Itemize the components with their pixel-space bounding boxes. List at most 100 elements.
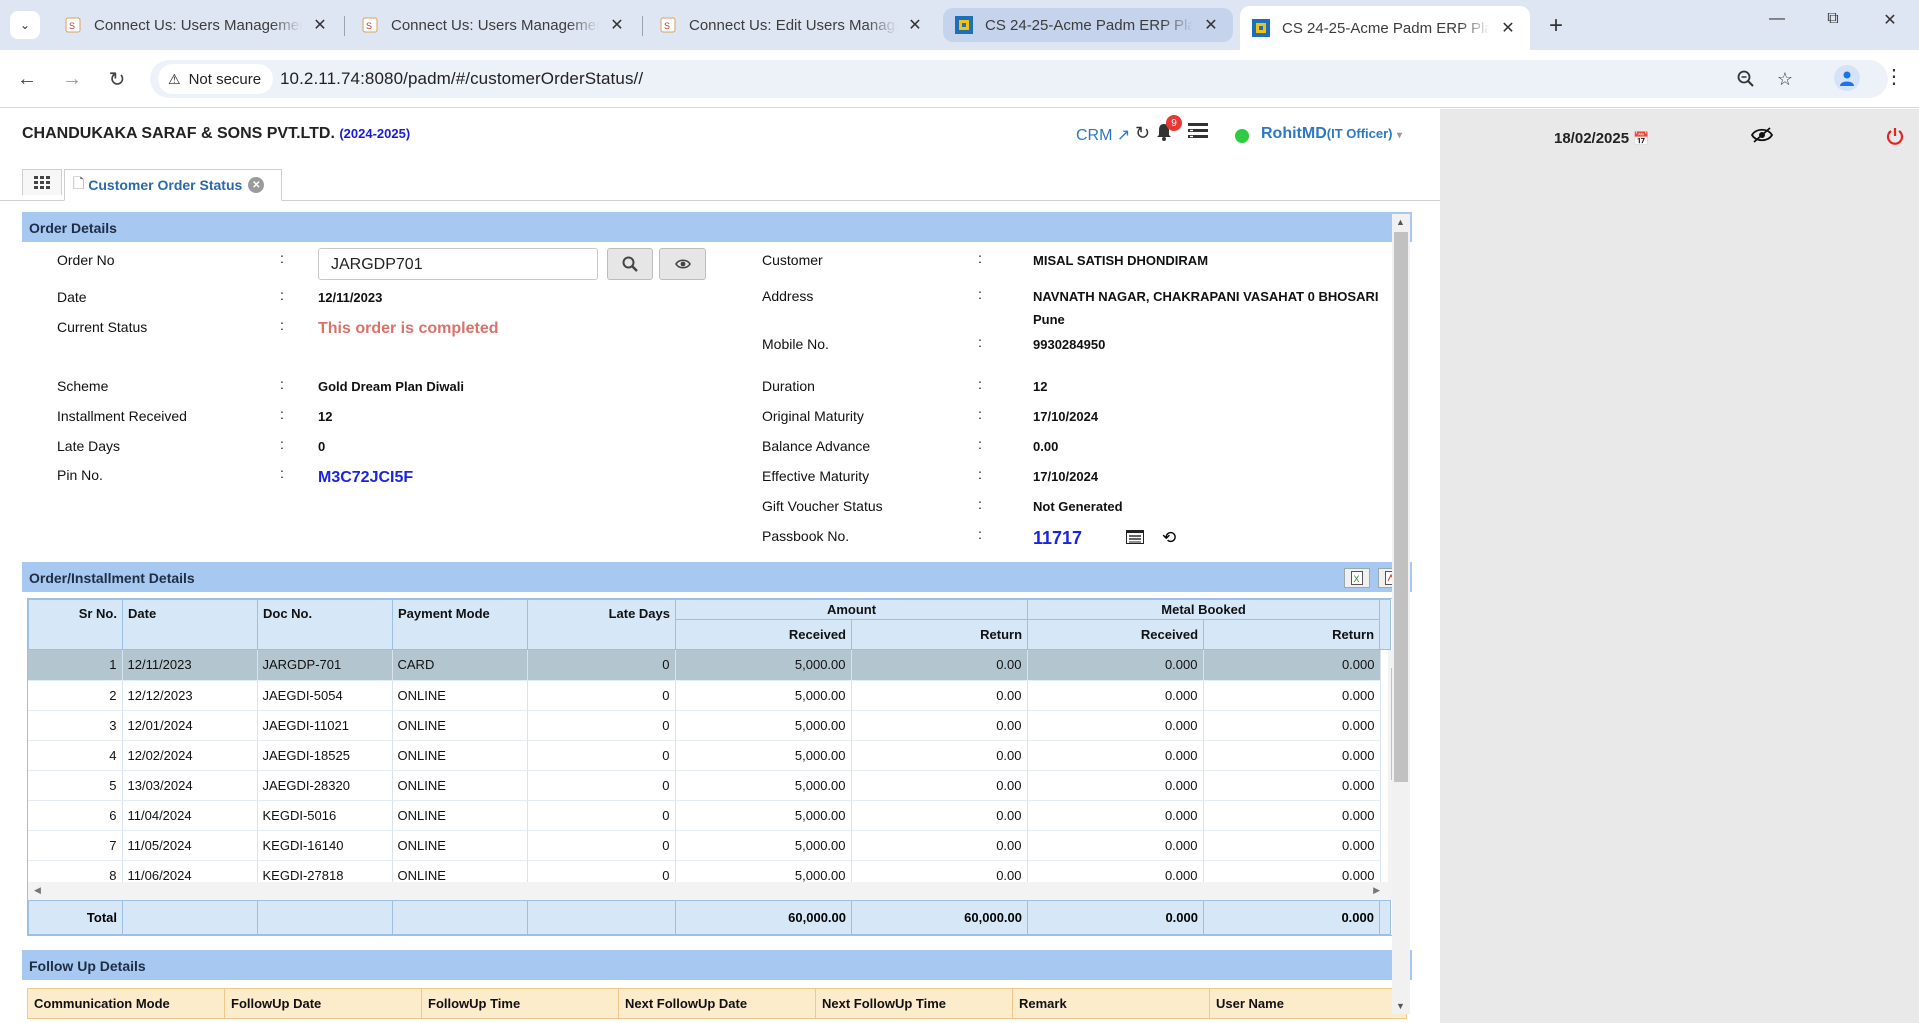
close-icon[interactable]: ✕ xyxy=(607,15,627,35)
browser-tab-active[interactable]: CS 24-25-Acme Padm ERP Platform ✕ xyxy=(1240,6,1530,50)
scroll-right-icon[interactable]: ▶ xyxy=(1373,885,1380,896)
cell-amount-received: 5,000.00 xyxy=(675,800,852,831)
close-icon[interactable]: ✕ xyxy=(905,15,925,35)
col-doc-no[interactable]: Doc No. xyxy=(257,599,393,650)
cell-doc-no[interactable]: KEGDI-5016 xyxy=(257,800,393,831)
cell-doc-no[interactable]: KEGDI-27818 xyxy=(257,860,393,882)
list-menu-icon[interactable] xyxy=(1188,123,1208,144)
chevron-down-icon: ⌄ xyxy=(19,18,31,32)
view-order-button[interactable] xyxy=(659,248,706,280)
hide-eye-icon[interactable] xyxy=(1750,127,1774,148)
total-amount-return: 60,000.00 xyxy=(851,900,1028,935)
table-row[interactable]: 3 12/01/2024 JAEGDI-11021 ONLINE 0 5,000.00 0.… xyxy=(28,710,1381,741)
tab-search-button[interactable]: ⌄ xyxy=(10,11,40,39)
colon: : xyxy=(280,465,284,481)
cell-doc-no[interactable]: JAEGDI-5054 xyxy=(257,680,393,711)
close-icon[interactable]: ✕ xyxy=(1498,18,1518,38)
table-row[interactable]: 4 12/02/2024 JAEGDI-18525 ONLINE 0 5,000.00 0.… xyxy=(28,740,1381,771)
tab-separator xyxy=(642,16,643,36)
table-row[interactable]: 8 11/06/2024 KEGDI-27818 ONLINE 0 5,000.00 0.0… xyxy=(28,860,1381,882)
site-info-button[interactable]: ⚠ Not secure xyxy=(158,64,274,94)
col-payment-mode[interactable]: Payment Mode xyxy=(392,599,528,650)
col-date[interactable]: Date xyxy=(122,599,258,650)
table-row[interactable]: 2 12/12/2023 JAEGDI-5054 ONLINE 0 5,000.00 0.0… xyxy=(28,680,1381,711)
cell-metal-return: 0.000 xyxy=(1203,740,1381,771)
cell-doc-no[interactable]: JAEGDI-11021 xyxy=(257,710,393,741)
cell-doc-no[interactable]: JAEGDI-28320 xyxy=(257,770,393,801)
col-amount-return[interactable]: Return xyxy=(850,619,1029,650)
col-sr-no[interactable]: Sr No. xyxy=(28,599,123,650)
table-row[interactable]: 7 11/05/2024 KEGDI-16140 ONLINE 0 5,000.00 0.0… xyxy=(28,830,1381,861)
connect-favicon-icon: S xyxy=(64,16,82,34)
browser-tab[interactable]: S Connect Us: Edit Users Management ✕ xyxy=(647,8,937,42)
close-tab-icon[interactable]: ✕ xyxy=(248,177,265,193)
follow-up-col-3[interactable]: FollowUp Time xyxy=(421,988,619,1019)
follow-up-col-7[interactable]: User Name xyxy=(1209,988,1407,1019)
zoom-icon[interactable] xyxy=(1733,67,1759,91)
forward-icon[interactable]: → xyxy=(57,64,87,94)
follow-up-col-6[interactable]: Remark xyxy=(1012,988,1210,1019)
follow-up-col-5[interactable]: Next FollowUp Time xyxy=(815,988,1013,1019)
cell-doc-no[interactable]: JARGDP-701 xyxy=(257,650,393,681)
col-metal-return[interactable]: Return xyxy=(1203,619,1381,650)
cell-doc-no[interactable]: JAEGDI-18525 xyxy=(257,740,393,771)
scroll-up-icon[interactable]: ▲ xyxy=(1396,217,1405,227)
cell-sr-no: 8 xyxy=(28,860,123,882)
bookmark-star-icon[interactable]: ☆ xyxy=(1772,67,1798,91)
cell-sr-no: 4 xyxy=(28,740,123,771)
browser-menu-icon[interactable]: ⋮ xyxy=(1884,64,1904,89)
scrollbar-thumb[interactable] xyxy=(1394,232,1408,782)
close-window-icon[interactable]: ✕ xyxy=(1870,10,1910,30)
passbook-view-icon[interactable] xyxy=(1126,530,1144,547)
scroll-left-icon[interactable]: ◀ xyxy=(34,885,41,896)
colon: : xyxy=(978,334,982,350)
apps-grid-icon[interactable] xyxy=(22,169,62,195)
power-icon[interactable] xyxy=(1886,127,1904,150)
follow-up-col-2[interactable]: FollowUp Date xyxy=(224,988,422,1019)
cell-doc-no[interactable]: KEGDI-16140 xyxy=(257,830,393,861)
url-text[interactable]: 10.2.11.74:8080/padm/#/customerOrderStat… xyxy=(280,69,643,89)
minimize-icon[interactable]: — xyxy=(1757,10,1797,28)
close-icon[interactable]: ✕ xyxy=(1201,15,1221,35)
tab-customer-order-status[interactable]: 🗋 Customer Order Status ✕ xyxy=(64,169,282,201)
table-row[interactable]: 1 12/11/2023 JARGDP-701 CARD 0 5,000.00 0.00 0.… xyxy=(28,650,1381,681)
omnibox[interactable]: ⚠ Not secure 10.2.11.74:8080/padm/#/cust… xyxy=(150,60,1888,98)
cell-amount-return: 0.00 xyxy=(851,800,1028,831)
total-empty xyxy=(122,900,258,935)
user-menu[interactable]: RohitMD(IT Officer) ▾ xyxy=(1261,125,1402,143)
search-order-button[interactable] xyxy=(607,248,653,280)
browser-tab[interactable]: S Connect Us: Users Management ✕ xyxy=(349,8,639,42)
browser-tab[interactable]: S Connect Us: Users Management ✕ xyxy=(52,8,342,42)
value-address: NAVNATH NAGAR, CHAKRAPANI VASAHAT 0 BHOS… xyxy=(1033,289,1379,304)
company-title: CHANDUKAKA SARAF & SONS PVT.LTD. xyxy=(22,125,335,142)
reload-icon[interactable]: ↻ xyxy=(102,64,132,94)
colon: : xyxy=(280,436,284,452)
cell-late-days: 0 xyxy=(527,770,676,801)
col-metal-received[interactable]: Received xyxy=(1027,619,1205,650)
close-icon[interactable]: ✕ xyxy=(310,15,330,35)
browser-tab[interactable]: CS 24-25-Acme Padm ERP Platform ✕ xyxy=(943,8,1233,42)
col-late-days[interactable]: Late Days xyxy=(527,599,676,650)
table-row[interactable]: 5 13/03/2024 JAEGDI-28320 ONLINE 0 5,000.00 0.… xyxy=(28,770,1381,801)
profile-avatar-icon[interactable] xyxy=(1834,65,1860,91)
restore-icon[interactable]: ⧉ xyxy=(1813,10,1853,28)
follow-up-col-4[interactable]: Next FollowUp Date xyxy=(618,988,816,1019)
export-excel-icon[interactable]: X xyxy=(1344,568,1370,588)
value-balance-advance: 0.00 xyxy=(1033,439,1059,454)
app-header: CHANDUKAKA SARAF & SONS PVT.LTD. (2024-2… xyxy=(0,109,1440,161)
col-amount-received[interactable]: Received xyxy=(675,619,852,650)
scroll-down-icon[interactable]: ▼ xyxy=(1396,1001,1405,1011)
history-icon[interactable]: ⟲ xyxy=(1162,528,1176,548)
refresh-icon[interactable]: ↻ xyxy=(1135,123,1150,144)
order-no-input[interactable]: JARGDP701 xyxy=(318,248,598,280)
calendar-icon[interactable]: 📅 xyxy=(1633,131,1649,146)
table-row[interactable]: 6 11/04/2024 KEGDI-5016 ONLINE 0 5,000.00 0.00… xyxy=(28,800,1381,831)
back-icon[interactable]: ← xyxy=(12,64,42,94)
crm-link[interactable]: CRM ↗ xyxy=(1076,125,1130,145)
page-vertical-scrollbar[interactable]: ▲ ▼ xyxy=(1392,214,1410,1014)
label-duration: Duration xyxy=(762,378,815,394)
grid-horizontal-scrollbar[interactable]: ◀ ▶ xyxy=(28,882,1406,900)
new-tab-button[interactable]: + xyxy=(1540,12,1572,40)
follow-up-col-1[interactable]: Communication Mode xyxy=(27,988,225,1019)
value-passbook-no[interactable]: 11717 xyxy=(1033,528,1082,549)
